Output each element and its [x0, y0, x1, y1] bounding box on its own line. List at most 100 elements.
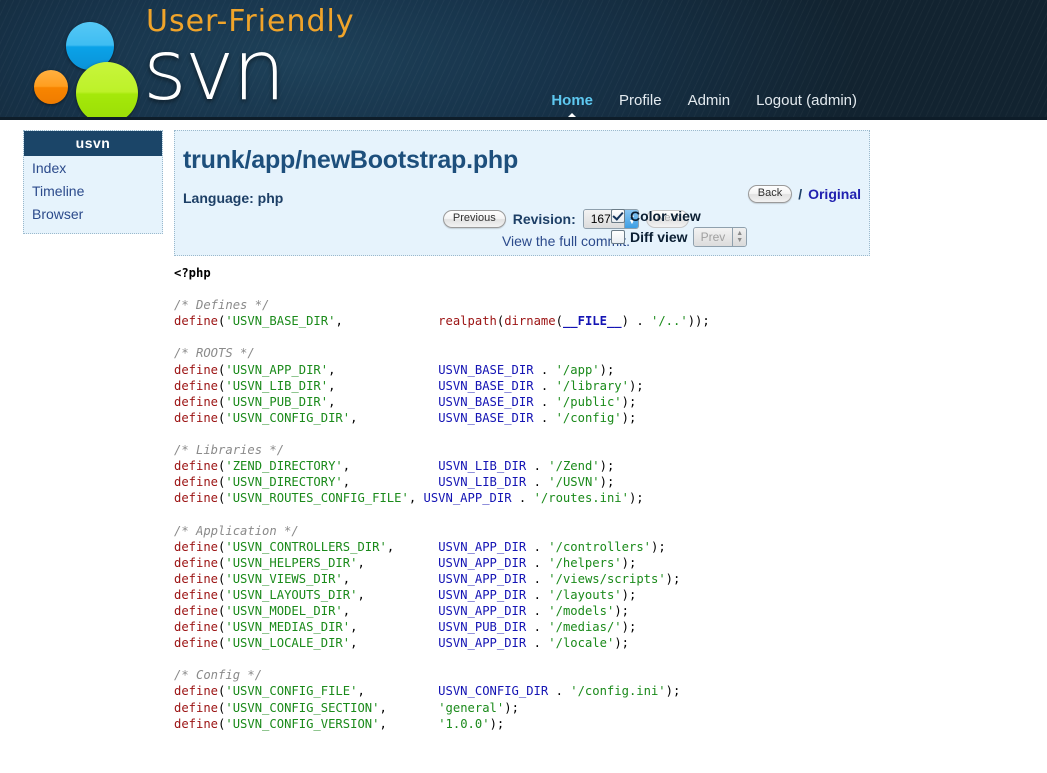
- code-token-str: '/layouts': [548, 588, 621, 602]
- nav-item-logout[interactable]: Logout (admin): [756, 92, 857, 111]
- diff-select-arrows-icon[interactable]: ▲▼: [732, 228, 746, 246]
- code-token-pun: [335, 379, 438, 393]
- code-token-pun: );: [600, 363, 615, 377]
- code-line: define('USVN_CONFIG_VERSION', '1.0.0');: [174, 716, 874, 732]
- code-token-pun: [343, 314, 438, 328]
- code-line: define('USVN_VIEWS_DIR', USVN_APP_DIR . …: [174, 571, 874, 587]
- code-token-pun: );: [504, 701, 519, 715]
- code-token-fn: define: [174, 395, 218, 409]
- code-token-cst: USVN_BASE_DIR: [438, 379, 533, 393]
- code-token-str: '/..': [651, 314, 688, 328]
- code-token-str: '/medias/': [548, 620, 621, 634]
- nav-active-arrow-icon: [563, 113, 581, 120]
- previous-button[interactable]: Previous: [443, 210, 506, 228]
- sidebar: usvn Index Timeline Browser: [23, 130, 163, 234]
- code-token-pun: .: [526, 540, 548, 554]
- code-token-pun: [365, 556, 438, 570]
- code-line: define('USVN_PUB_DIR', USVN_BASE_DIR . '…: [174, 394, 874, 410]
- code-token-fn: realpath: [438, 314, 497, 328]
- code-line: define('USVN_HELPERS_DIR', USVN_APP_DIR …: [174, 555, 874, 571]
- code-line: /* Application */: [174, 523, 874, 539]
- code-token-cst: USVN_BASE_DIR: [438, 363, 533, 377]
- code-line: /* Config */: [174, 667, 874, 683]
- code-token-pun: );: [629, 379, 644, 393]
- code-token-pun: );: [622, 556, 637, 570]
- code-token-pun: .: [512, 491, 534, 505]
- code-token-str: 'USVN_LIB_DIR': [225, 379, 328, 393]
- code-token-pun: [350, 475, 438, 489]
- diff-view-row: Diff view Prev ▲▼: [611, 227, 747, 247]
- code-token-fn: define: [174, 491, 218, 505]
- code-line: define('USVN_CONFIG_FILE', USVN_CONFIG_D…: [174, 683, 874, 699]
- code-token-str: 'USVN_VIEWS_DIR': [225, 572, 342, 586]
- code-line: define('USVN_CONTROLLERS_DIR', USVN_APP_…: [174, 539, 874, 555]
- code-token-str: 'USVN_CONFIG_VERSION': [225, 717, 379, 731]
- code-token-str: '/helpers': [548, 556, 621, 570]
- code-token-str: 'USVN_LAYOUTS_DIR': [225, 588, 357, 602]
- sidebar-item-timeline[interactable]: Timeline: [24, 179, 162, 202]
- code-line: <?php: [174, 265, 874, 281]
- code-token-str: '/controllers': [548, 540, 651, 554]
- code-line: define('USVN_LIB_DIR', USVN_BASE_DIR . '…: [174, 378, 874, 394]
- code-token-pun: [357, 636, 438, 650]
- nav-item-home[interactable]: Home: [551, 92, 593, 111]
- color-view-checkbox[interactable]: [611, 209, 625, 223]
- diff-view-checkbox[interactable]: [611, 230, 625, 244]
- code-token-pun: .: [526, 588, 548, 602]
- code-token-pun: );: [622, 411, 637, 425]
- site-header: User-Friendly svn Home Profile Admin Log…: [0, 0, 1047, 120]
- code-token-cst: USVN_APP_DIR: [438, 604, 526, 618]
- code-token-str: '/routes.ini': [534, 491, 629, 505]
- code-line: define('USVN_CONFIG_DIR', USVN_BASE_DIR …: [174, 410, 874, 426]
- code-token-str: '/library': [556, 379, 629, 393]
- code-token-pun: [357, 411, 438, 425]
- code-token-cst: USVN_APP_DIR: [438, 556, 526, 570]
- code-token-str: '/app': [556, 363, 600, 377]
- nav-item-home-label: Home: [551, 92, 593, 109]
- diff-select[interactable]: Prev ▲▼: [693, 227, 748, 247]
- code-token-pun: [387, 717, 438, 731]
- code-token-cst: USVN_APP_DIR: [438, 636, 526, 650]
- sidebar-title: usvn: [24, 131, 162, 156]
- code-token-mag: __FILE__: [563, 314, 622, 328]
- code-line: define('USVN_ROUTES_CONFIG_FILE', USVN_A…: [174, 490, 874, 506]
- code-line: define('USVN_LAYOUTS_DIR', USVN_APP_DIR …: [174, 587, 874, 603]
- original-link[interactable]: Original: [808, 186, 861, 202]
- back-button[interactable]: Back: [748, 185, 792, 203]
- page-body: usvn Index Timeline Browser trunk/app/ne…: [0, 120, 1047, 773]
- code-line: [174, 329, 874, 345]
- code-token-pun: [365, 588, 438, 602]
- code-token-pun: .: [526, 475, 548, 489]
- code-token-fn: define: [174, 475, 218, 489]
- code-token-pun: ,: [379, 717, 386, 731]
- code-token-pun: );: [600, 475, 615, 489]
- code-line: define('USVN_MODEL_DIR', USVN_APP_DIR . …: [174, 603, 874, 619]
- nav-item-admin[interactable]: Admin: [688, 92, 731, 111]
- sidebar-item-index[interactable]: Index: [24, 156, 162, 179]
- code-line: /* Defines */: [174, 297, 874, 313]
- main-navigation: Home Profile Admin Logout (admin): [551, 92, 857, 111]
- logo-mark: [28, 12, 148, 117]
- code-token-pun: );: [622, 588, 637, 602]
- code-token-pun: ,: [409, 491, 424, 505]
- code-token-pun: [350, 572, 438, 586]
- code-token-pun: .: [526, 572, 548, 586]
- sidebar-item-browser[interactable]: Browser: [24, 202, 162, 225]
- code-token-str: 'USVN_MEDIAS_DIR': [225, 620, 350, 634]
- code-token-pun: );: [622, 620, 637, 634]
- code-token-pun: [335, 363, 438, 377]
- code-token-fn: dirname: [504, 314, 555, 328]
- color-view-label: Color view: [630, 208, 701, 224]
- code-line: [174, 651, 874, 667]
- code-token-pun: .: [526, 459, 548, 473]
- code-token-pun: ,: [335, 314, 342, 328]
- source-code-view: <?php /* Defines */define('USVN_BASE_DIR…: [174, 265, 874, 732]
- code-line: define('USVN_MEDIAS_DIR', USVN_PUB_DIR .…: [174, 619, 874, 635]
- code-token-fn: define: [174, 540, 218, 554]
- code-token-pun: [394, 540, 438, 554]
- nav-item-profile[interactable]: Profile: [619, 92, 662, 111]
- code-token-pun: );: [622, 395, 637, 409]
- code-token-cst: USVN_APP_DIR: [424, 491, 512, 505]
- code-token-str: '/Zend': [548, 459, 599, 473]
- code-token-pun: (: [556, 314, 563, 328]
